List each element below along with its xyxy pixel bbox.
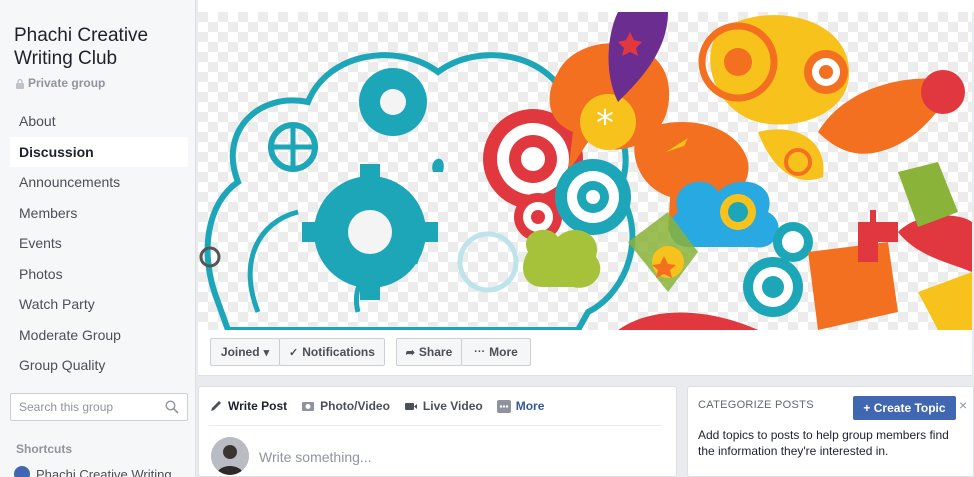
share-label: Share: [418, 345, 453, 359]
post-composer: Write Post Photo/Video Live Video More W…: [198, 386, 677, 477]
tab-photo-video[interactable]: Photo/Video: [301, 399, 390, 413]
check-icon: ✓: [289, 346, 299, 359]
categorize-title: CATEGORIZE POSTS: [698, 399, 814, 411]
nav-item-watch-party[interactable]: Watch Party: [10, 289, 188, 320]
notifications-label: Notifications: [302, 345, 375, 359]
nav-item-photos[interactable]: Photos: [10, 259, 188, 290]
group-action-bar: Joined ▾ ✓ Notifications ➦ Share ··· Mor…: [198, 330, 972, 376]
nav-item-members[interactable]: Members: [10, 198, 188, 229]
nav-item-about[interactable]: About: [10, 106, 188, 137]
tab-live-video[interactable]: Live Video: [404, 399, 483, 413]
left-sidebar: Phachi Creative Writing Club Private gro…: [0, 0, 196, 477]
nav-item-events[interactable]: Events: [10, 228, 188, 259]
create-topic-button[interactable]: + Create Topic: [853, 396, 956, 420]
photo-icon: [302, 401, 315, 411]
close-icon[interactable]: ×: [959, 397, 967, 413]
grid-icon: [496, 399, 511, 413]
notifications-button[interactable]: ✓ Notifications: [279, 338, 385, 366]
ellipsis-icon: ···: [474, 346, 486, 358]
share-button[interactable]: ➦ Share: [396, 338, 462, 366]
pencil-icon: [211, 400, 221, 411]
group-privacy: Private group: [15, 76, 105, 90]
nav-item-moderate-group[interactable]: Moderate Group: [10, 320, 188, 351]
group-name[interactable]: Phachi Creative Writing Club: [14, 24, 189, 70]
search-icon[interactable]: [165, 400, 179, 414]
group-nav: About Discussion Announcements Members E…: [10, 106, 188, 381]
more-button[interactable]: ··· More: [461, 338, 531, 366]
tab-more-label: More: [515, 399, 545, 413]
avatar[interactable]: [211, 437, 249, 475]
app-root: Phachi Creative Writing Club Private gro…: [0, 0, 974, 477]
tab-more[interactable]: More: [496, 399, 545, 413]
shortcut-item[interactable]: Phachi Creative Writing: [14, 466, 172, 477]
nav-item-group-quality[interactable]: Group Quality: [10, 350, 188, 381]
search-input[interactable]: [11, 394, 151, 420]
composer-tabs: Write Post Photo/Video Live Video More: [209, 399, 544, 413]
share-arrow-icon: ➦: [405, 346, 415, 359]
chevron-down-icon: ▾: [263, 346, 270, 359]
tab-photo-video-label: Photo/Video: [320, 399, 390, 413]
categorize-posts-card: CATEGORIZE POSTS + Create Topic × Add to…: [687, 386, 974, 477]
more-label: More: [489, 345, 518, 359]
lock-icon: [16, 78, 24, 89]
video-icon: [404, 402, 417, 410]
top-strip: [198, 0, 974, 12]
tab-live-video-label: Live Video: [422, 399, 483, 413]
cover-illustration: *: [198, 12, 972, 330]
privacy-label: Private group: [28, 76, 106, 90]
post-input[interactable]: Write something...: [259, 449, 372, 465]
categorize-description: Add topics to posts to help group member…: [698, 428, 949, 458]
group-avatar-icon: [14, 466, 30, 477]
shortcut-label: Phachi Creative Writing: [36, 466, 172, 477]
joined-button[interactable]: Joined ▾: [210, 338, 280, 366]
user-avatar-image: [211, 437, 249, 475]
group-search: [10, 393, 188, 421]
tab-write-post[interactable]: Write Post: [209, 399, 287, 413]
nav-item-discussion[interactable]: Discussion: [10, 136, 188, 167]
composer-divider: [209, 425, 662, 426]
shortcuts-heading: Shortcuts: [16, 442, 73, 456]
cover-photo[interactable]: *: [198, 12, 972, 330]
nav-item-announcements[interactable]: Announcements: [10, 167, 188, 198]
joined-label: Joined: [220, 345, 260, 359]
svg-text:*: *: [596, 103, 614, 144]
tab-write-post-label: Write Post: [228, 399, 288, 413]
